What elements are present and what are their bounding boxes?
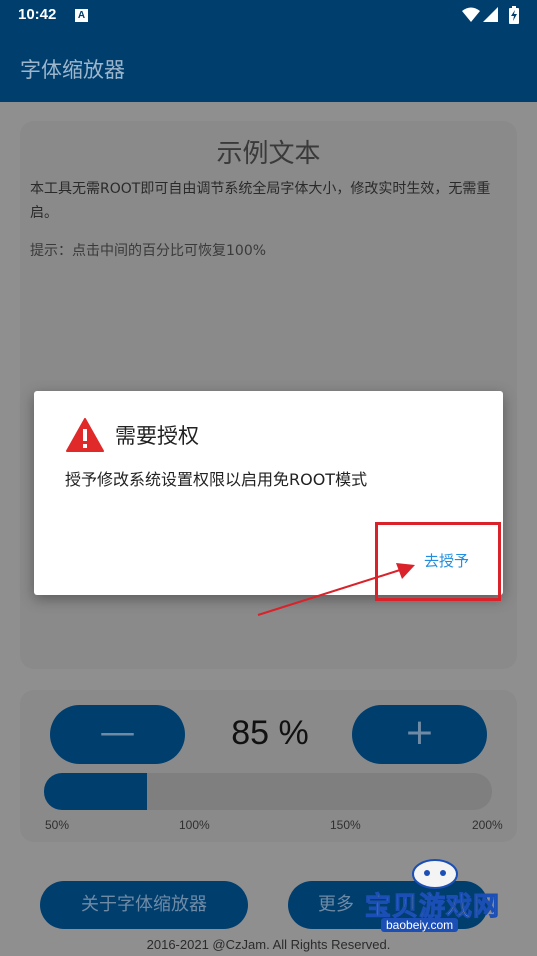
decrease-button[interactable]: — [50, 705, 185, 764]
watermark-logo: 宝贝游戏网 baobeiy.com [355, 858, 535, 938]
warning-icon [66, 418, 104, 452]
sample-title: 示例文本 [216, 139, 321, 169]
dialog-message: 授予修改系统设置权限以启用免ROOT模式 [65, 470, 368, 489]
tick-label: 150% [330, 818, 361, 832]
app-title: 字体缩放器 [20, 58, 125, 82]
sample-hint-text: 提示：点击中间的百分比可恢复100% [30, 243, 267, 259]
scale-slider-fill [44, 773, 148, 810]
signal-icon [483, 7, 498, 22]
notification-a-icon: A [75, 9, 88, 22]
status-time: 10:42 [18, 6, 57, 23]
scale-slider[interactable] [44, 773, 492, 810]
wifi-icon [462, 7, 480, 22]
about-button[interactable]: 关于字体缩放器 [40, 881, 248, 929]
annotation-arrow-icon [257, 563, 415, 616]
copyright-text: 2016-2021 @CzJam. All Rights Reserved. [146, 937, 391, 952]
app-bar: 字体缩放器 [0, 32, 537, 102]
increase-button[interactable]: + [352, 705, 487, 764]
tick-label: 50% [45, 818, 70, 832]
tick-label: 200% [472, 818, 503, 832]
tick-label: 100% [179, 818, 210, 832]
battery-icon [509, 6, 519, 24]
sample-body-text: 本工具无需ROOT即可自由调节系统全局字体大小，修改实时生效，无需重启。 [30, 181, 491, 221]
dialog-title: 需要授权 [115, 424, 199, 448]
watermark-url: baobeiy.com [381, 918, 459, 932]
percent-reset-button[interactable]: 85 % [190, 714, 350, 753]
status-bar: 10:42 A [0, 0, 537, 32]
